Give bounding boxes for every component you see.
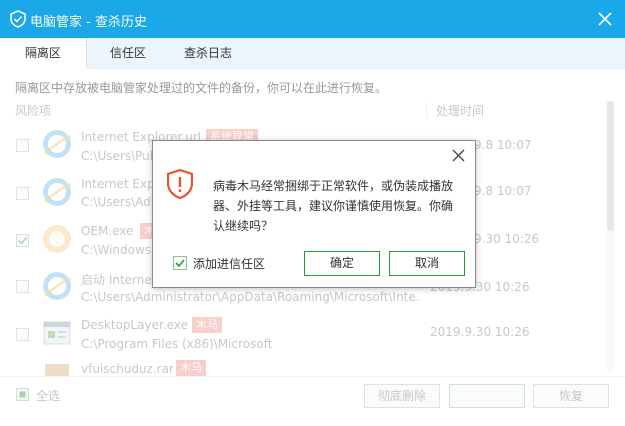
window-title: 电脑管家 - 查杀历史 [30,15,147,30]
warning-shield-icon [167,169,193,199]
dialog-message: 病毒木马经常捆绑于正常软件，或伪装成播放器、外挂等工具，建议你谨慎使用恢复。你确… [213,179,454,233]
tab-scan-log[interactable]: 查杀日志 [170,38,246,68]
tab-quarantine[interactable]: 隔离区 [0,38,87,69]
restore-confirm-dialog: 病毒木马经常捆绑于正常软件，或伪装成播放器、外挂等工具，建议你谨慎使用恢复。你确… [152,140,476,288]
tab-trust-zone[interactable]: 信任区 [86,38,170,68]
add-to-trust-checkbox[interactable] [173,256,187,270]
tab-bar: 隔离区 信任区 查杀日志 [0,38,625,69]
cancel-button[interactable]: 取消 [389,251,465,276]
confirm-button[interactable]: 确定 [304,251,380,276]
checkmark-icon [175,259,185,268]
shield-logo-icon [10,10,26,28]
close-icon[interactable] [597,11,613,27]
dialog-close-icon[interactable] [452,149,465,162]
title-bar: 电脑管家 - 查杀历史 [0,0,625,38]
add-to-trust-label: 添加进信任区 [193,257,266,271]
